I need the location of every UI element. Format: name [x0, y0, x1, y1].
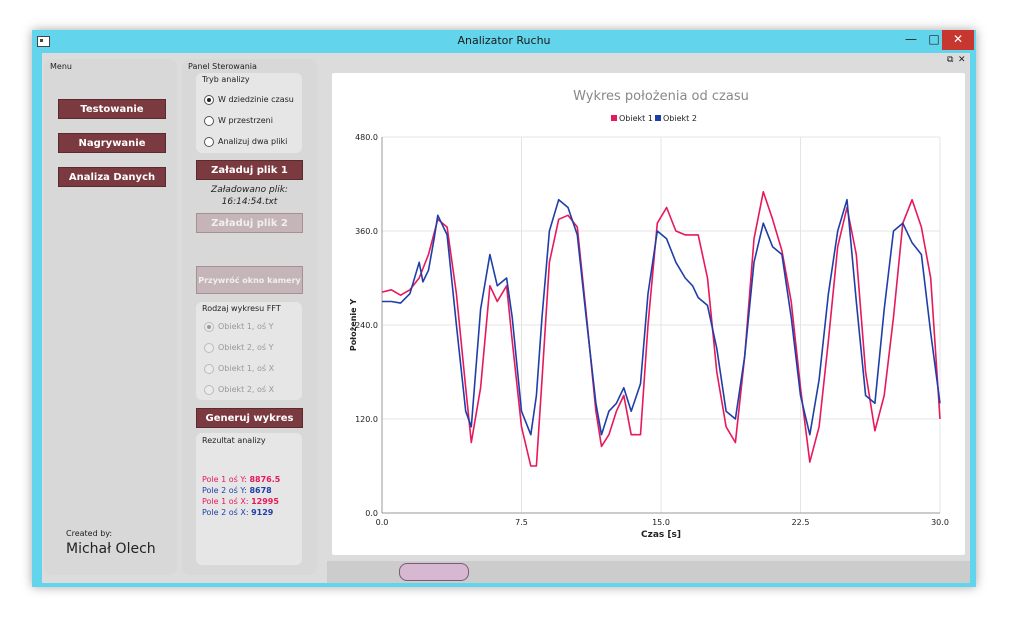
title-bar[interactable]: Analizator Ruchu — □ ✕ [32, 30, 976, 52]
horizontal-scrollbar[interactable] [327, 561, 970, 583]
analysis-result-group: Rezultat analizy Pole 1 oś Y: 8876.5 Pol… [196, 433, 302, 565]
radio-obj2-y[interactable] [204, 343, 214, 353]
result-row: Pole 2 oś X: 9129 [202, 508, 273, 517]
radio-obj1-x-label: Obiekt 1, oś X [218, 364, 275, 373]
result-row: Pole 1 oś X: 12995 [202, 497, 279, 506]
result-value: 12995 [251, 497, 279, 506]
recording-button[interactable]: Nagrywanie [58, 133, 166, 153]
chart-title: Wykres położenia od czasu [573, 89, 749, 104]
y-tick-label: 360.0 [355, 227, 378, 236]
legend-label: Obiekt 1 [619, 114, 653, 123]
client-area: Menu Testowanie Nagrywanie Analiza Danyc… [42, 53, 970, 583]
restore-camera-button[interactable]: Przywróć okno kamery [196, 266, 303, 294]
result-label: Pole 1 oś X: [202, 497, 249, 506]
fft-type-group: Rodzaj wykresu FFT Obiekt 1, oś Y Obiekt… [196, 302, 302, 400]
control-panel: Panel Sterowania Tryb analizy W dziedzin… [182, 59, 317, 575]
close-button[interactable]: ✕ [942, 30, 974, 50]
analysis-result-title: Rezultat analizy [202, 436, 266, 445]
radio-obj1-y[interactable] [204, 322, 214, 332]
result-label: Pole 2 oś Y: [202, 486, 247, 495]
x-tick-label: 0.0 [376, 518, 389, 527]
menu-panel: Menu Testowanie Nagrywanie Analiza Danyc… [44, 59, 177, 575]
fft-type-title: Rodzaj wykresu FFT [202, 304, 281, 313]
radio-two-files[interactable] [204, 137, 214, 147]
x-tick-label: 15.0 [652, 518, 670, 527]
radio-obj2-y-label: Obiekt 2, oś Y [218, 343, 274, 352]
loaded-file-label: Załadowano plik: [211, 185, 288, 195]
author-name: Michał Olech [66, 541, 156, 557]
y-tick-label: 120.0 [355, 415, 378, 424]
chart-panel-header: ⧉ ✕ [327, 54, 970, 68]
load-file-1-button[interactable]: Załaduj plik 1 [196, 160, 303, 180]
scrollbar-thumb[interactable] [399, 563, 469, 581]
y-tick-label: 480.0 [355, 133, 378, 142]
data-analysis-button[interactable]: Analiza Danych [58, 167, 166, 187]
radio-space[interactable] [204, 116, 214, 126]
result-value: 9129 [251, 508, 274, 517]
testing-button[interactable]: Testowanie [58, 99, 166, 119]
radio-time-domain[interactable] [204, 95, 214, 105]
chart-card: Wykres położenia od czasu Obiekt 1 Obiekt … [332, 73, 965, 555]
created-by-label: Created by: [66, 529, 113, 538]
legend-label: Obiekt 2 [663, 114, 697, 123]
close-chart-icon[interactable]: ✕ [958, 55, 966, 65]
minimize-button[interactable]: — [900, 30, 922, 50]
load-file-2-button[interactable]: Załaduj plik 2 [196, 213, 303, 233]
legend-swatch [611, 115, 617, 121]
analysis-mode-title: Tryb analizy [202, 75, 250, 84]
x-tick-label: 7.5 [515, 518, 528, 527]
result-row: Pole 1 oś Y: 8876.5 [202, 475, 280, 484]
y-tick-label: 0.0 [365, 509, 378, 518]
x-tick-label: 30.0 [931, 518, 949, 527]
analysis-mode-group: Tryb analizy W dziedzinie czasu W przest… [196, 73, 302, 153]
result-label: Pole 1 oś Y: [202, 475, 247, 484]
window-title: Analizator Ruchu [457, 34, 551, 47]
x-tick-label: 22.5 [792, 518, 810, 527]
minimize-icon: — [905, 32, 917, 46]
result-value: 8876.5 [249, 475, 281, 484]
line-chart: Wykres położenia od czasu Obiekt 1 Obiekt … [349, 89, 949, 540]
radio-obj2-x[interactable] [204, 385, 214, 395]
result-label: Pole 2 oś X: [202, 508, 249, 517]
radio-space-label: W przestrzeni [218, 116, 273, 125]
chart-panel: ⧉ ✕ Wykres położenia od czasu Obiekt 1 Obi… [327, 53, 970, 583]
y-tick-label: 240.0 [355, 321, 378, 330]
restore-icon[interactable]: ⧉ [947, 55, 953, 65]
radio-two-files-label: Analizuj dwa pliki [218, 137, 288, 146]
radio-time-domain-label: W dziedzinie czasu [218, 95, 294, 104]
loaded-file-name: 16:14:54.txt [221, 197, 278, 207]
radio-obj2-x-label: Obiekt 2, oś X [218, 385, 275, 394]
maximize-icon: □ [928, 32, 940, 46]
control-panel-title: Panel Sterowania [188, 62, 257, 71]
result-row: Pole 2 oś Y: 8678 [202, 486, 272, 495]
close-icon: ✕ [952, 32, 964, 46]
app-window: Analizator Ruchu — □ ✕ Menu Testowanie N… [32, 30, 976, 587]
radio-obj1-x[interactable] [204, 364, 214, 374]
menu-title: Menu [50, 62, 72, 71]
legend-swatch [655, 115, 661, 121]
generate-chart-button[interactable]: Generuj wykres [196, 408, 303, 428]
result-value: 8678 [249, 486, 272, 495]
radio-obj1-y-label: Obiekt 1, oś Y [218, 322, 274, 331]
y-axis-label: Położenie Y [349, 299, 358, 352]
x-axis-label: Czas [s] [641, 530, 681, 540]
